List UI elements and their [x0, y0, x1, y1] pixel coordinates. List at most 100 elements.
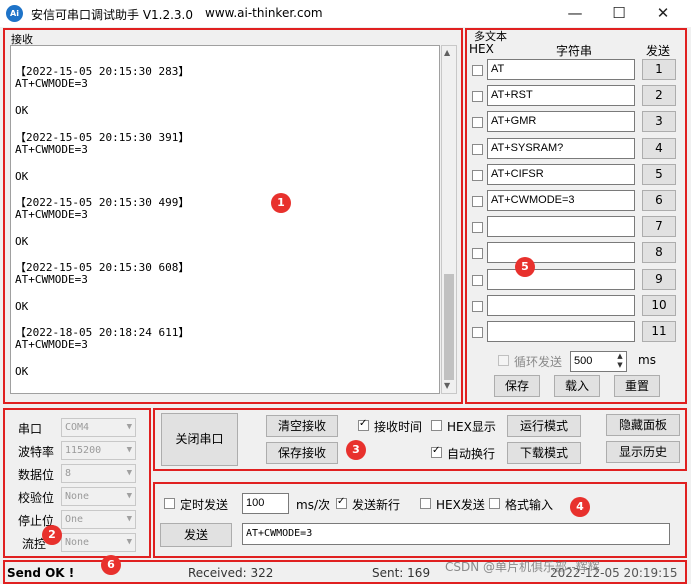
send-button[interactable]: 发送	[160, 523, 232, 547]
databits-label: 数据位	[18, 468, 55, 482]
annotation-marker-2: 2	[42, 525, 62, 545]
multitext-input[interactable]	[487, 242, 635, 263]
multitext-input[interactable]: AT+GMR	[487, 111, 635, 132]
multitext-hex-checkbox[interactable]	[472, 275, 483, 286]
scroll-up-icon[interactable]: ▲	[444, 48, 450, 57]
hex-display-checkbox[interactable]	[431, 420, 442, 431]
hide-panel-button[interactable]: 隐藏面板	[606, 414, 680, 436]
receive-line: AT+CWMODE=3	[15, 273, 88, 286]
receive-line: OK	[15, 300, 29, 313]
receive-line: OK	[15, 235, 29, 248]
multitext-hex-checkbox[interactable]	[472, 144, 483, 155]
chevron-down-icon: ▼	[126, 468, 132, 478]
close-port-button[interactable]: 关闭串口	[161, 413, 238, 466]
loop-send-checkbox[interactable]	[498, 355, 509, 366]
watermark: CSDN @单片机俱乐部--辉辉	[445, 560, 600, 574]
annotation-marker-4: 4	[570, 497, 590, 517]
scroll-down-icon[interactable]: ▼	[444, 381, 450, 390]
port-select[interactable]: COM4 ▼	[61, 418, 136, 437]
multitext-input[interactable]: AT+CIFSR	[487, 164, 635, 185]
hex-send-checkbox[interactable]	[420, 498, 431, 509]
loop-send-label: 循环发送	[514, 355, 563, 369]
receive-textarea[interactable]: 【2022-15-05 20:15:30 283】 AT+CWMODE=3 OK…	[10, 45, 440, 394]
scrollbar-thumb[interactable]	[444, 274, 454, 380]
timed-send-checkbox[interactable]	[164, 498, 175, 509]
port-select-value: COM4	[65, 422, 90, 433]
chevron-down-icon: ▼	[126, 491, 132, 501]
format-input-checkbox[interactable]	[489, 498, 500, 509]
annotation-marker-1: 1	[271, 193, 291, 213]
multitext-input[interactable]: AT+RST	[487, 85, 635, 106]
send-column-header: 发送	[646, 44, 671, 58]
hex-send-label: HEX发送	[436, 498, 485, 512]
parity-select[interactable]: None ▼	[61, 487, 136, 506]
receive-time-label: 接收时间	[374, 420, 423, 434]
save-receive-button[interactable]: 保存接收	[266, 442, 338, 464]
clear-receive-button[interactable]: 清空接收	[266, 415, 338, 437]
sent-count: Sent: 169	[372, 566, 431, 580]
app-logo-icon: Ai	[6, 5, 23, 22]
baud-select[interactable]: 115200 ▼	[61, 441, 136, 460]
multitext-send-button[interactable]: 5	[642, 164, 676, 185]
receive-time-checkbox[interactable]	[358, 418, 369, 431]
minimize-icon[interactable]: —	[553, 0, 597, 27]
send-input[interactable]: AT+CWMODE=3	[242, 523, 670, 545]
multitext-hex-checkbox[interactable]	[472, 196, 483, 207]
flow-select-value: None	[65, 537, 90, 548]
multitext-send-button[interactable]: 8	[642, 242, 676, 263]
multitext-input[interactable]	[487, 321, 635, 342]
multitext-input[interactable]: AT+SYSRAM?	[487, 138, 635, 159]
auto-newline-checkbox[interactable]	[431, 445, 442, 458]
multitext-send-button[interactable]: 10	[642, 295, 676, 316]
multitext-send-button[interactable]: 11	[642, 321, 676, 342]
multitext-input[interactable]	[487, 216, 635, 237]
databits-select[interactable]: 8 ▼	[61, 464, 136, 483]
receive-line: AT+CWMODE=3	[15, 208, 88, 221]
download-mode-button[interactable]: 下载模式	[507, 442, 581, 464]
timed-send-label: 定时发送	[180, 498, 229, 512]
stopbits-select[interactable]: One ▼	[61, 510, 136, 529]
multitext-hex-checkbox[interactable]	[472, 65, 483, 76]
multitext-hex-checkbox[interactable]	[472, 117, 483, 128]
multitext-send-button[interactable]: 4	[642, 138, 676, 159]
received-count: Received: 322	[188, 566, 274, 580]
multitext-hex-checkbox[interactable]	[472, 91, 483, 102]
chevron-down-icon: ▼	[126, 514, 132, 524]
close-icon[interactable]: ✕	[641, 0, 685, 27]
multitext-hex-checkbox[interactable]	[472, 248, 483, 259]
multitext-hex-checkbox[interactable]	[472, 301, 483, 312]
flow-select[interactable]: None ▼	[61, 533, 136, 552]
receive-line: OK	[15, 365, 29, 378]
save-multitext-button[interactable]: 保存	[494, 375, 540, 397]
multitext-input[interactable]: AT	[487, 59, 635, 80]
multitext-send-button[interactable]: 2	[642, 85, 676, 106]
annotation-marker-6: 6	[101, 555, 121, 575]
auto-newline-label: 自动换行	[447, 447, 496, 461]
multitext-send-button[interactable]: 7	[642, 216, 676, 237]
maximize-icon[interactable]: ☐	[597, 0, 641, 27]
multitext-input[interactable]	[487, 295, 635, 316]
load-multitext-button[interactable]: 载入	[554, 375, 600, 397]
chevron-down-icon: ▼	[126, 445, 132, 455]
chevron-down-icon: ▼	[126, 537, 132, 547]
multitext-input[interactable]: AT+CWMODE=3	[487, 190, 635, 211]
port-label: 串口	[18, 422, 43, 436]
multitext-hex-checkbox[interactable]	[472, 327, 483, 338]
multitext-send-button[interactable]: 6	[642, 190, 676, 211]
send-newline-checkbox[interactable]	[336, 496, 347, 509]
multitext-send-button[interactable]: 9	[642, 269, 676, 290]
multitext-send-button[interactable]: 1	[642, 59, 676, 80]
multitext-send-button[interactable]: 3	[642, 111, 676, 132]
send-interval-input[interactable]: 100	[242, 493, 289, 514]
baud-select-value: 115200	[65, 445, 102, 456]
string-column-header: 字符串	[556, 44, 593, 58]
multitext-input[interactable]	[487, 269, 635, 290]
multitext-hex-checkbox[interactable]	[472, 170, 483, 181]
run-mode-button[interactable]: 运行模式	[507, 415, 581, 437]
interval-spinner-icon[interactable]: ▲ ▼	[614, 352, 626, 371]
show-history-button[interactable]: 显示历史	[606, 441, 680, 463]
reset-multitext-button[interactable]: 重置	[614, 375, 660, 397]
parity-label: 校验位	[18, 491, 55, 505]
multitext-hex-checkbox[interactable]	[472, 222, 483, 233]
receive-scrollbar[interactable]: ▲ ▼	[441, 45, 457, 394]
